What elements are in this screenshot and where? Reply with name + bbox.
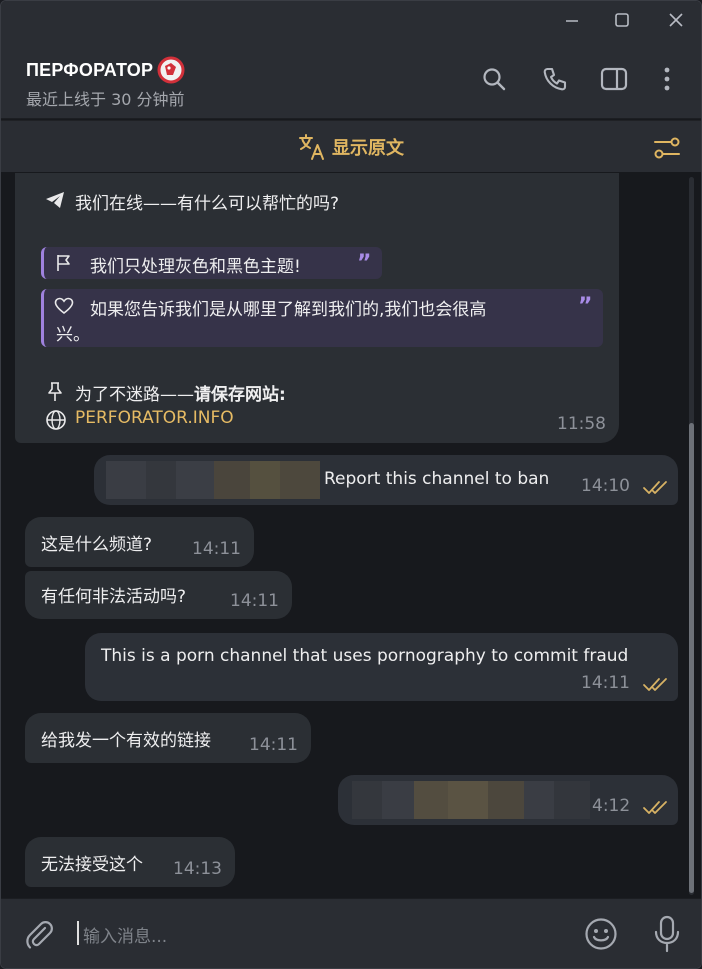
minimize-icon[interactable] [559, 7, 585, 33]
maximize-icon[interactable] [609, 7, 635, 33]
translate-bar: 显示原文 [1, 120, 701, 172]
message-bubble-incoming[interactable]: 我们在线——有什么可以帮忙的吗? 我们只处理灰色和黑色主题! ” 如果您告诉我们… [15, 173, 619, 443]
phone-icon[interactable] [541, 65, 569, 93]
text-caret [77, 921, 79, 945]
message-time: 14:10 [581, 476, 630, 496]
show-original-button[interactable]: 显示原文 [298, 133, 404, 161]
quote-mark-icon: ” [578, 294, 593, 319]
message-bubble-outgoing[interactable]: This is a porn channel that uses pornogr… [85, 633, 678, 701]
telegram-window: ПЕРФОРАТОР 最近上线于 30 分钟前 显示原文 我们在线——有什么可以… [0, 0, 702, 969]
chat-title[interactable]: ПЕРФОРАТОР [26, 55, 186, 85]
pin-icon [48, 382, 62, 401]
message-bubble-outgoing[interactable]: Report this channel to ban 14:10 [94, 455, 678, 505]
message-text: 我们在线——有什么可以帮忙的吗? [75, 194, 340, 214]
site-link[interactable]: PERFORATOR.INFO [75, 408, 234, 428]
telegram-icon [46, 192, 64, 208]
message-bubble-incoming[interactable]: 无法接受这个 14:13 [25, 837, 235, 887]
title-bar [1, 1, 701, 39]
message-time: 14:11 [230, 591, 279, 611]
mic-icon[interactable] [651, 915, 683, 953]
close-icon[interactable] [663, 7, 689, 33]
filter-icon[interactable] [653, 134, 681, 162]
quote-block: 如果您告诉我们是从哪里了解到我们的,我们也会很高 兴。 ” [41, 289, 603, 347]
attach-icon[interactable] [23, 919, 55, 951]
message-time: 4:12 [592, 796, 631, 816]
hand-emoji-icon [157, 56, 185, 84]
message-text: 给我发一个有效的链接 [41, 731, 211, 751]
message-text: 为了不迷路——请保存网站: [75, 380, 286, 405]
search-icon[interactable] [480, 65, 508, 93]
double-check-icon [643, 481, 667, 494]
globe-icon [46, 410, 66, 430]
save-prefix-text: 为了不迷路—— [75, 385, 194, 405]
message-bubble-incoming[interactable]: 这是什么频道? 14:11 [25, 517, 254, 567]
message-time: 11:58 [557, 414, 606, 434]
translate-icon [299, 134, 324, 160]
save-bold-text: 请保存网站: [194, 385, 286, 405]
message-list[interactable]: 我们在线——有什么可以帮忙的吗? 我们只处理灰色和黑色主题! ” 如果您告诉我们… [1, 173, 701, 898]
message-text: Report this channel to ban [324, 469, 550, 489]
message-input-placeholder: 输入消息... [83, 927, 168, 947]
blurred-content [352, 781, 590, 819]
quote-text: 如果您告诉我们是从哪里了解到我们的,我们也会很高 [90, 300, 487, 320]
message-text: 无法接受这个 [41, 855, 143, 875]
message-text: 有任何非法活动吗? [41, 587, 187, 607]
flag-icon [57, 255, 70, 271]
message-input[interactable]: 输入消息... [77, 917, 557, 951]
blurred-content [106, 461, 320, 499]
message-time: 14:13 [173, 859, 222, 879]
message-time: 14:11 [249, 735, 298, 755]
composer-bar: 输入消息... [1, 898, 701, 968]
message-bubble-incoming[interactable]: 给我发一个有效的链接 14:11 [25, 713, 311, 763]
chat-title-text: ПЕРФОРАТОР [26, 59, 154, 80]
emoji-icon[interactable] [584, 917, 618, 951]
double-check-icon [643, 801, 667, 814]
message-bubble-incoming[interactable]: 有任何非法活动吗? 14:11 [25, 571, 292, 619]
message-bubble-outgoing[interactable]: 4:12 [338, 775, 678, 825]
message-text: 这是什么频道? [41, 535, 153, 555]
more-icon[interactable] [653, 65, 681, 93]
quote-text-continued: 兴。 [56, 325, 90, 345]
message-time: 14:11 [581, 673, 630, 693]
quote-block: 我们只处理灰色和黑色主题! ” [41, 247, 382, 279]
quote-text: 我们只处理灰色和黑色主题! [90, 257, 301, 277]
scrollbar[interactable] [689, 177, 694, 895]
last-seen-status: 最近上线于 30 分钟前 [26, 90, 185, 109]
scrollbar-thumb[interactable] [689, 423, 694, 893]
message-text: This is a porn channel that uses pornogr… [101, 646, 629, 666]
chat-header[interactable]: ПЕРФОРАТОР 最近上线于 30 分钟前 [1, 39, 701, 119]
sidebar-icon[interactable] [600, 65, 628, 93]
show-original-label: 显示原文 [332, 138, 404, 159]
quote-mark-icon: ” [357, 251, 372, 276]
double-check-icon [643, 678, 667, 691]
message-time: 14:11 [192, 539, 241, 559]
heart-icon [54, 297, 74, 315]
